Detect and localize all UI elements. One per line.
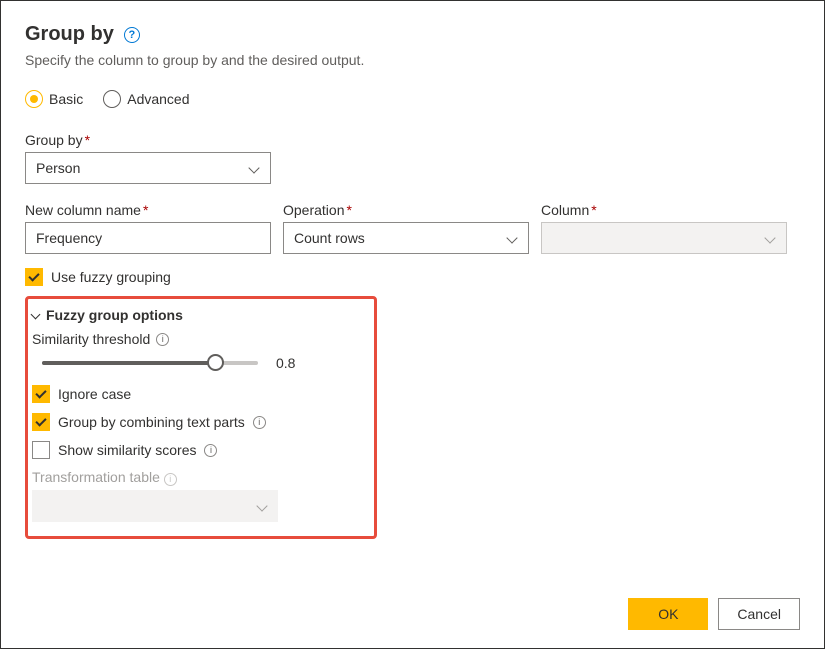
new-column-input[interactable]: Frequency — [25, 222, 271, 254]
combine-text-checkbox[interactable] — [32, 413, 50, 431]
transformation-table-select — [32, 490, 278, 522]
dialog-title: Group by — [25, 23, 114, 46]
use-fuzzy-checkbox[interactable] — [25, 268, 43, 286]
new-column-label: New column name* — [25, 202, 271, 218]
help-icon[interactable]: ? — [124, 27, 140, 43]
use-fuzzy-label: Use fuzzy grouping — [51, 269, 171, 285]
checkmark-icon — [28, 270, 39, 281]
show-scores-checkbox[interactable] — [32, 441, 50, 459]
ignore-case-label: Ignore case — [58, 386, 131, 402]
operation-select[interactable]: Count rows — [283, 222, 529, 254]
ok-button[interactable]: OK — [628, 598, 708, 630]
mode-advanced-label: Advanced — [127, 91, 189, 107]
group-by-label: Group by* — [25, 132, 800, 148]
show-scores-label: Show similarity scores — [58, 442, 196, 458]
slider-thumb[interactable] — [207, 354, 224, 371]
chevron-down-icon — [256, 500, 268, 512]
similarity-threshold-value: 0.8 — [276, 355, 295, 371]
chevron-down-icon — [764, 232, 776, 244]
radio-icon — [103, 90, 121, 108]
info-icon[interactable]: i — [156, 333, 169, 346]
chevron-down-icon — [30, 310, 40, 320]
checkmark-icon — [35, 415, 46, 426]
transformation-table-label: Transformation table i — [32, 469, 364, 486]
dialog-subtitle: Specify the column to group by and the d… — [25, 52, 800, 68]
group-by-dialog: Group by ? Specify the column to group b… — [0, 0, 825, 649]
radio-icon — [25, 90, 43, 108]
column-label: Column* — [541, 202, 787, 218]
mode-basic-radio[interactable]: Basic — [25, 90, 83, 108]
fuzzy-options-panel: Fuzzy group options Similarity threshold… — [25, 296, 377, 539]
similarity-threshold-slider[interactable] — [42, 356, 258, 370]
chevron-down-icon — [506, 232, 518, 244]
info-icon[interactable]: i — [253, 416, 266, 429]
info-icon: i — [164, 473, 177, 486]
fuzzy-options-expander[interactable]: Fuzzy group options — [30, 307, 364, 323]
checkmark-icon — [35, 387, 46, 398]
mode-basic-label: Basic — [49, 91, 83, 107]
combine-text-label: Group by combining text parts — [58, 414, 245, 430]
group-by-value: Person — [36, 160, 80, 176]
column-select — [541, 222, 787, 254]
operation-label: Operation* — [283, 202, 529, 218]
group-by-select[interactable]: Person — [25, 152, 271, 184]
ignore-case-checkbox[interactable] — [32, 385, 50, 403]
fuzzy-options-title: Fuzzy group options — [46, 307, 183, 323]
similarity-threshold-label: Similarity threshold — [32, 331, 150, 347]
info-icon[interactable]: i — [204, 444, 217, 457]
cancel-button[interactable]: Cancel — [718, 598, 800, 630]
chevron-down-icon — [248, 162, 260, 174]
mode-advanced-radio[interactable]: Advanced — [103, 90, 189, 108]
operation-value: Count rows — [294, 230, 365, 246]
